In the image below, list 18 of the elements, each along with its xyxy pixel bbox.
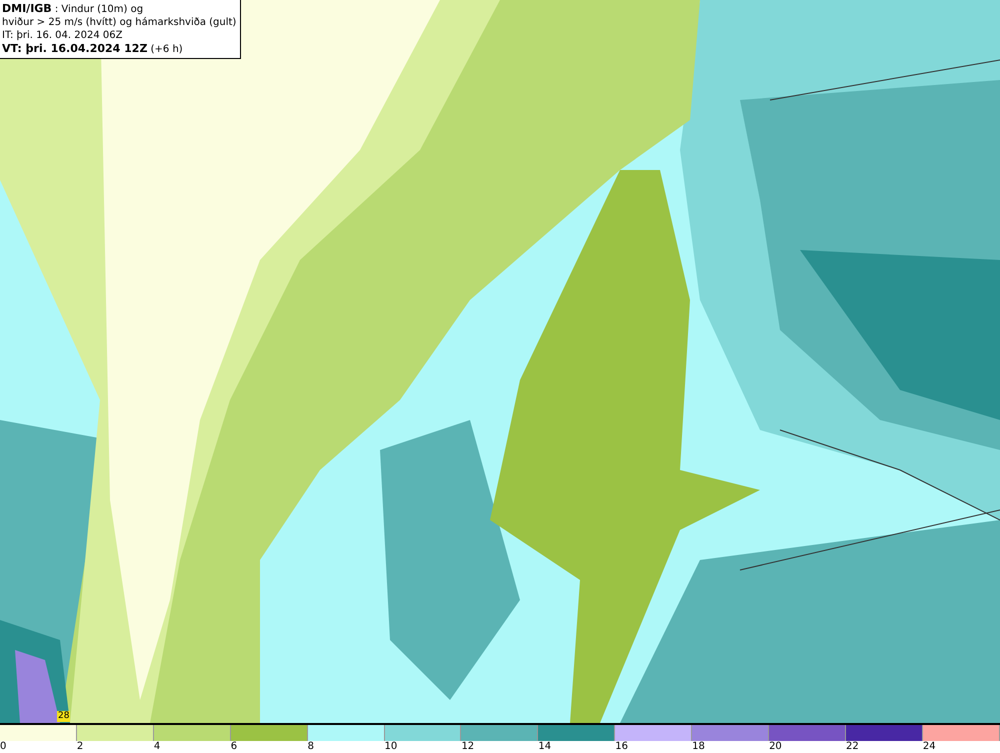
legend-label: 14 [538, 741, 552, 753]
legend-label: 0 [0, 741, 6, 753]
info-text: DMI/IGB : Vindur (10m) og [2, 2, 144, 16]
legend-label: 12 [461, 741, 474, 753]
legend-label: 22 [846, 741, 859, 753]
info-text: hviður > 25 m/s (hvítt) og hámarkshviða (gult) [2, 16, 236, 29]
gust-label: 28 [57, 711, 70, 722]
info-text: IT: þri. 16. 04. 2024 06Z [2, 29, 124, 42]
legend-label: 8 [308, 741, 314, 753]
legend-label: 10 [384, 741, 398, 753]
legend-label: 16 [615, 741, 628, 753]
legend-label: 18 [692, 741, 705, 753]
legend-label: 2 [76, 741, 84, 753]
info-text: VT: þri. 16.04.2024 12Z (+6 h) [2, 42, 184, 56]
legend-label: 20 [769, 741, 782, 753]
legend-label: 4 [154, 741, 160, 753]
legend-label: 6 [230, 741, 238, 753]
legend-label: 24 [922, 741, 936, 753]
